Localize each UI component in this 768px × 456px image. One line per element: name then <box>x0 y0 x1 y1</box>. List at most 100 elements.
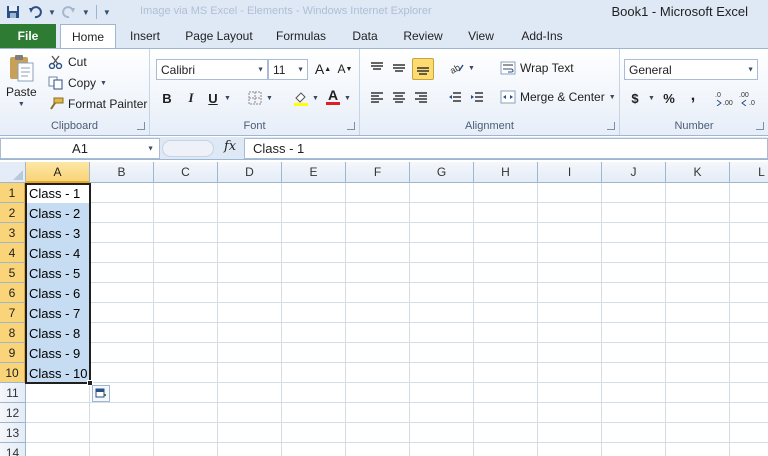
align-right-icon[interactable] <box>412 89 430 107</box>
column-header-f[interactable]: F <box>346 162 410 183</box>
alignment-launcher-icon[interactable] <box>607 122 615 130</box>
tab-insert[interactable]: Insert <box>120 24 170 48</box>
paste-button[interactable]: Paste ▼ <box>6 53 37 108</box>
underline-button[interactable]: U <box>204 89 222 107</box>
decrease-indent-icon[interactable] <box>446 89 464 107</box>
auto-fill-options-icon[interactable] <box>92 385 110 402</box>
cell-a10[interactable]: Class - 10 <box>26 363 90 383</box>
tab-data[interactable]: Data <box>342 24 388 48</box>
cell-a3[interactable]: Class - 3 <box>26 223 90 243</box>
row-header-11[interactable]: 11 <box>0 383 26 403</box>
tab-review[interactable]: Review <box>396 24 450 48</box>
cell-a6[interactable]: Class - 6 <box>26 283 90 303</box>
align-center-icon[interactable] <box>390 89 408 107</box>
select-all-button[interactable] <box>0 162 26 183</box>
wrap-text-button[interactable]: Wrap Text <box>500 61 574 75</box>
row-header-3[interactable]: 3 <box>0 223 26 243</box>
row-header-10[interactable]: 10 <box>0 363 26 383</box>
currency-button[interactable]: $ <box>626 89 644 107</box>
cell-a8[interactable]: Class - 8 <box>26 323 90 343</box>
cell-a5[interactable]: Class - 5 <box>26 263 90 283</box>
row-header-9[interactable]: 9 <box>0 343 26 363</box>
format-painter-button[interactable]: Format Painter <box>48 97 147 111</box>
row-header-1[interactable]: 1 <box>0 183 26 203</box>
comma-button[interactable]: , <box>684 87 702 105</box>
column-header-a[interactable]: A <box>26 162 90 183</box>
increase-indent-icon[interactable] <box>468 89 486 107</box>
align-middle-icon[interactable] <box>390 59 408 77</box>
row-header-7[interactable]: 7 <box>0 303 26 323</box>
row-header-12[interactable]: 12 <box>0 403 26 423</box>
borders-icon[interactable] <box>246 89 264 107</box>
tab-formulas[interactable]: Formulas <box>268 24 334 48</box>
insert-function-icon[interactable]: fx <box>224 139 236 154</box>
cell-a1[interactable]: Class - 1 <box>26 183 90 203</box>
cell-a4[interactable]: Class - 4 <box>26 243 90 263</box>
align-left-icon[interactable] <box>368 89 386 107</box>
row-header-14[interactable]: 14 <box>0 443 26 456</box>
font-name-select[interactable]: Calibri ▼ <box>156 59 268 80</box>
align-top-icon[interactable] <box>368 59 386 77</box>
row-header-5[interactable]: 5 <box>0 263 26 283</box>
worksheet-grid[interactable]: A B C D E F G H I J K L 1 2 3 4 5 6 7 8 9 10 11 12 13 14 Class - 1… <box>0 162 768 456</box>
grow-font-icon[interactable]: A ▲ <box>314 60 332 78</box>
percent-button[interactable]: % <box>660 89 678 107</box>
undo-icon[interactable] <box>26 3 44 21</box>
cell-a2[interactable]: Class - 2 <box>26 203 90 223</box>
shrink-font-icon[interactable]: A ▼ <box>336 60 354 78</box>
merge-center-button[interactable]: Merge & Center ▼ <box>500 90 616 104</box>
borders-dropdown-icon[interactable]: ▼ <box>266 95 273 102</box>
save-icon[interactable] <box>4 3 22 21</box>
cell-a7[interactable]: Class - 7 <box>26 303 90 323</box>
row-header-6[interactable]: 6 <box>0 283 26 303</box>
orientation-icon[interactable]: ab <box>448 59 466 77</box>
name-box[interactable]: A1 ▼ <box>0 138 160 159</box>
redo-dropdown-icon[interactable]: ▼ <box>82 8 90 17</box>
increase-decimal-icon[interactable]: .0.00 <box>714 89 736 107</box>
column-header-c[interactable]: C <box>154 162 218 183</box>
customize-qat-icon[interactable]: ▼ <box>103 8 111 17</box>
tab-add-ins[interactable]: Add-Ins <box>512 24 572 48</box>
clipboard-launcher-icon[interactable] <box>137 122 145 130</box>
font-color-dropdown-icon[interactable]: ▼ <box>344 95 351 102</box>
column-header-b[interactable]: B <box>90 162 154 183</box>
undo-dropdown-icon[interactable]: ▼ <box>48 8 56 17</box>
decrease-decimal-icon[interactable]: .00.0 <box>738 89 760 107</box>
underline-dropdown-icon[interactable]: ▼ <box>224 95 231 102</box>
font-size-select[interactable]: 11 ▼ <box>268 59 308 80</box>
font-launcher-icon[interactable] <box>347 122 355 130</box>
row-header-13[interactable]: 13 <box>0 423 26 443</box>
column-header-k[interactable]: K <box>666 162 730 183</box>
fill-color-icon[interactable] <box>292 89 310 107</box>
column-header-l[interactable]: L <box>730 162 768 183</box>
cut-button[interactable]: Cut <box>48 55 87 69</box>
number-format-select[interactable]: General ▼ <box>624 59 758 80</box>
font-color-icon[interactable]: A <box>324 87 342 105</box>
tab-page-layout[interactable]: Page Layout <box>180 24 258 48</box>
ribbon-tabs: File Home Insert Page Layout Formulas Da… <box>0 24 768 49</box>
formula-bar-splitter[interactable] <box>162 140 214 157</box>
tab-view[interactable]: View <box>458 24 504 48</box>
row-header-8[interactable]: 8 <box>0 323 26 343</box>
align-bottom-icon[interactable] <box>412 58 434 80</box>
redo-icon[interactable] <box>60 3 78 21</box>
fill-color-dropdown-icon[interactable]: ▼ <box>312 95 319 102</box>
currency-dropdown-icon[interactable]: ▼ <box>648 95 655 102</box>
row-header-4[interactable]: 4 <box>0 243 26 263</box>
column-header-e[interactable]: E <box>282 162 346 183</box>
column-header-j[interactable]: J <box>602 162 666 183</box>
italic-button[interactable]: I <box>182 89 200 107</box>
copy-button[interactable]: Copy ▼ <box>48 76 107 90</box>
cell-a9[interactable]: Class - 9 <box>26 343 90 363</box>
bold-button[interactable]: B <box>158 89 176 107</box>
row-header-2[interactable]: 2 <box>0 203 26 223</box>
orientation-dropdown-icon[interactable]: ▼ <box>468 65 475 72</box>
tab-file[interactable]: File <box>0 24 56 48</box>
column-header-i[interactable]: I <box>538 162 602 183</box>
column-header-g[interactable]: G <box>410 162 474 183</box>
tab-home[interactable]: Home <box>60 24 116 49</box>
column-header-h[interactable]: H <box>474 162 538 183</box>
formula-input[interactable]: Class - 1 <box>244 138 768 159</box>
column-header-d[interactable]: D <box>218 162 282 183</box>
number-launcher-icon[interactable] <box>756 122 764 130</box>
